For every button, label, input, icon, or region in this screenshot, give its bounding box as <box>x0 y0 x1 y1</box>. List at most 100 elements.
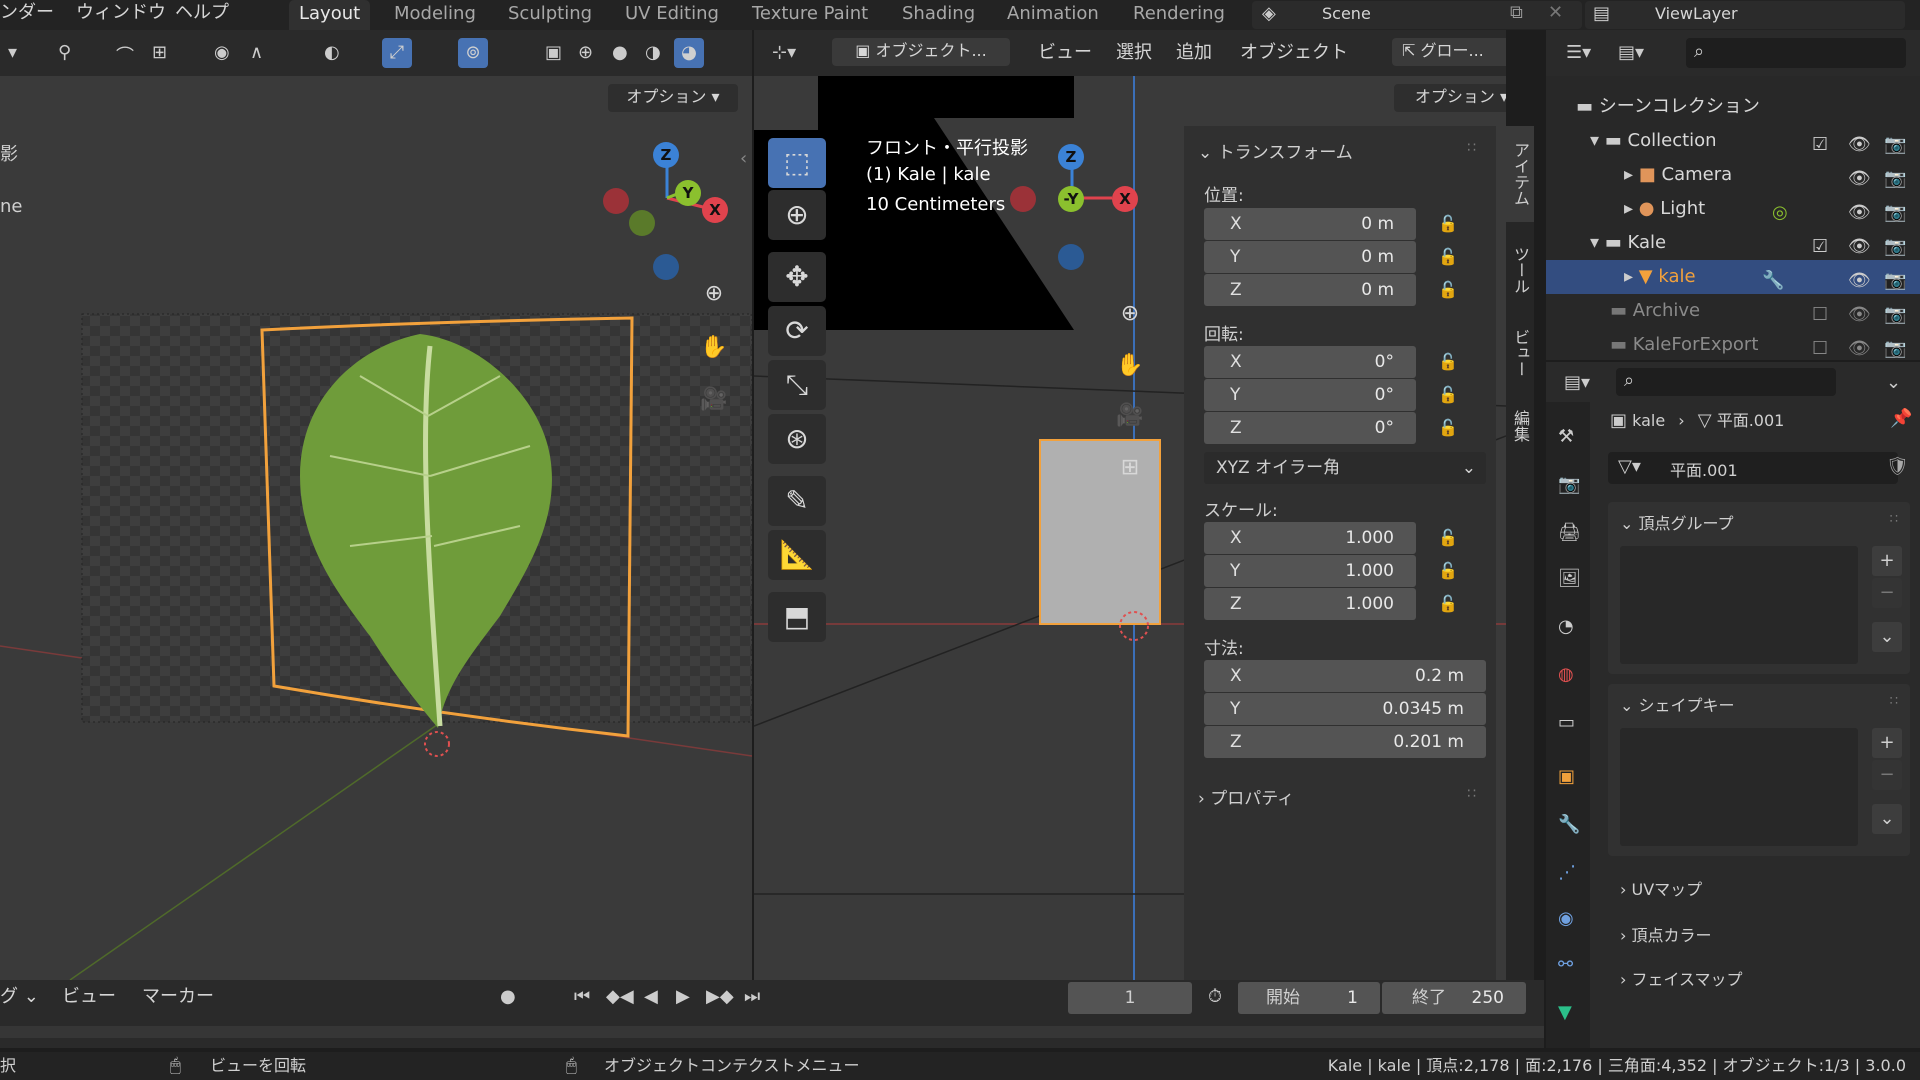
snap-icon[interactable]: ⌒ <box>116 42 134 68</box>
eye-icon[interactable]: 👁 <box>1848 168 1871 189</box>
menu-object[interactable]: オブジェクト <box>1240 40 1348 68</box>
properties-search[interactable]: ⌕ <box>1616 368 1836 396</box>
camera-view-icon[interactable]: 🎥 <box>1112 398 1148 434</box>
snap-target-icon[interactable]: ⊞ <box>152 42 167 63</box>
lock-icon[interactable]: 🔓 <box>1436 247 1460 267</box>
eye-icon[interactable]: 👁 <box>1848 338 1871 359</box>
transform-tool[interactable]: ⊛ <box>768 414 826 464</box>
jump-start-icon[interactable]: ⏮ <box>574 986 590 1007</box>
sidebar-tab-tool[interactable]: ツール <box>1506 230 1534 310</box>
remove-vertex-group-button[interactable]: − <box>1872 578 1902 608</box>
outliner-scene-collection[interactable]: ▬ シーンコレクション <box>1576 90 1916 124</box>
exclude-checkbox[interactable]: ☐ <box>1812 338 1828 359</box>
menu-add[interactable]: 追加 <box>1176 40 1212 68</box>
lock-icon[interactable]: 🔓 <box>1436 280 1460 300</box>
location-x-field[interactable]: X0 m <box>1204 208 1416 240</box>
rotation-z-field[interactable]: Z 0° <box>1204 412 1416 444</box>
tab-layout[interactable]: Layout <box>289 0 371 30</box>
visibility-icon[interactable]: ◐ <box>324 42 340 63</box>
shape-key-menu-button[interactable]: ⌄ <box>1872 804 1902 834</box>
lock-icon[interactable]: 🔓 <box>1436 528 1460 548</box>
scene-icon[interactable]: ◔ <box>1558 616 1574 637</box>
measure-tool[interactable]: 📐 <box>768 530 826 580</box>
vertex-group-menu-button[interactable]: ⌄ <box>1872 622 1902 652</box>
collection-icon[interactable]: ▭ <box>1558 712 1575 733</box>
exclude-checkbox[interactable]: ☑ <box>1812 236 1828 257</box>
left-axis-gizmo[interactable]: Z X Y <box>603 140 728 280</box>
record-icon[interactable]: ● <box>500 986 516 1007</box>
mesh-datablock-selector[interactable]: ▽▾ 平面.001 <box>1608 452 1898 484</box>
transform-pivot-icon[interactable]: ⚲ <box>58 42 71 63</box>
drag-handle-icon[interactable]: ∷ <box>1467 140 1476 156</box>
lock-icon[interactable]: 🔓 <box>1436 561 1460 581</box>
material-shading-icon[interactable]: ◑ <box>645 42 661 63</box>
eye-icon[interactable]: 👁 <box>1848 270 1871 291</box>
render-camera-icon[interactable]: 📷 <box>1884 270 1906 291</box>
annotate-tool[interactable]: ✎ <box>768 476 826 526</box>
tab-modeling[interactable]: Modeling <box>384 0 486 30</box>
add-vertex-group-button[interactable]: + <box>1872 546 1902 576</box>
dimension-z-field[interactable]: Z 0.201 m <box>1204 726 1486 758</box>
move-tool[interactable]: ✥ <box>768 252 826 302</box>
pan-hand-icon[interactable]: ✋ <box>696 330 732 366</box>
tool-settings-icon[interactable]: ⚒ <box>1558 426 1574 447</box>
add-cube-tool[interactable]: ⬒ <box>768 592 826 642</box>
left-axis-z[interactable]: Z <box>653 142 679 168</box>
collapse-arrow-icon[interactable]: ‹ <box>740 148 747 169</box>
eye-icon[interactable]: 👁 <box>1848 304 1871 325</box>
properties-panel-header[interactable]: › プロパティ <box>1198 784 1294 809</box>
left-axis-x[interactable]: X <box>702 197 728 223</box>
timeline-menu-marker[interactable]: マーカー <box>142 984 214 1012</box>
solid-shading-icon[interactable]: ● <box>612 42 628 63</box>
rendered-shading-icon[interactable]: ◕ <box>674 38 704 68</box>
front-axis-x[interactable]: X <box>1112 186 1138 212</box>
modifier-icon[interactable]: 🔧 <box>1558 814 1580 835</box>
current-frame-field[interactable]: 1 <box>1068 982 1192 1014</box>
dimension-y-field[interactable]: Y 0.0345 m <box>1204 693 1486 725</box>
transform-orientation[interactable]: ⇱ グロー... <box>1392 38 1506 66</box>
grid-toggle-icon[interactable]: ⊞ <box>1112 450 1148 486</box>
location-z-field[interactable]: Z0 m <box>1204 274 1416 306</box>
falloff-icon[interactable]: ∧ <box>250 42 263 63</box>
exclude-checkbox[interactable]: ☐ <box>1812 304 1828 325</box>
select-box-tool[interactable]: ⬚ <box>768 138 826 188</box>
camera-view-icon[interactable]: 🎥 <box>696 382 732 418</box>
lock-icon[interactable]: 🔓 <box>1436 214 1460 234</box>
outliner-search[interactable]: ⌕ <box>1686 38 1906 68</box>
outliner-camera[interactable]: ▸ ■ Camera <box>1624 158 1874 192</box>
left-axis-neg-z[interactable] <box>653 254 679 280</box>
menu-select[interactable]: 選択 <box>1116 40 1152 68</box>
front-axis-z[interactable]: Z <box>1058 144 1084 170</box>
outliner-light[interactable]: ▸ ● Light <box>1624 192 1874 226</box>
render-camera-icon[interactable]: 📷 <box>1884 338 1906 359</box>
rotate-tool[interactable]: ⟳ <box>768 306 826 356</box>
pan-hand-icon[interactable]: ✋ <box>1112 348 1148 384</box>
face-maps-header[interactable]: › フェイスマップ <box>1620 966 1743 990</box>
close-icon[interactable]: ✕ <box>1548 2 1563 23</box>
timeline-scrubber[interactable] <box>0 1026 1544 1038</box>
pin-icon[interactable]: 📌 <box>1890 408 1912 429</box>
tab-sculpting[interactable]: Sculpting <box>498 0 602 30</box>
render-camera-icon[interactable]: 📷 <box>1884 134 1906 155</box>
scene-selector[interactable]: ◈ Scene <box>1252 1 1582 29</box>
eye-icon[interactable]: 👁 <box>1848 134 1871 155</box>
menu-window[interactable]: ウィンドウ <box>76 0 166 28</box>
prev-keyframe-icon[interactable]: ◆◀ <box>606 986 634 1007</box>
rotation-x-field[interactable]: X 0° <box>1204 346 1416 378</box>
tab-rendering[interactable]: Rendering <box>1123 0 1235 30</box>
light-data-icon[interactable]: ◎ <box>1772 202 1788 223</box>
timeline-menu-view[interactable]: ビュー <box>62 984 116 1012</box>
gizmo-toggle-icon[interactable]: ⤢ <box>382 38 412 68</box>
add-shape-key-button[interactable]: + <box>1872 728 1902 758</box>
sidebar-tab-item[interactable]: アイテム <box>1506 126 1534 222</box>
front-axis-neg-z[interactable] <box>1058 244 1084 270</box>
start-frame-field[interactable]: 開始 1 <box>1238 982 1380 1014</box>
jump-end-icon[interactable]: ⏭ <box>744 986 760 1007</box>
transform-panel-header[interactable]: ⌄ トランスフォーム <box>1198 138 1353 163</box>
rotation-y-field[interactable]: Y 0° <box>1204 379 1416 411</box>
vertex-colors-header[interactable]: › 頂点カラー <box>1620 922 1712 946</box>
left-axis-neg-y[interactable] <box>629 210 655 236</box>
drag-handle-icon[interactable]: ∷ <box>1467 786 1476 802</box>
play-reverse-icon[interactable]: ◀ <box>644 986 658 1007</box>
shape-keys-list[interactable] <box>1620 728 1858 846</box>
